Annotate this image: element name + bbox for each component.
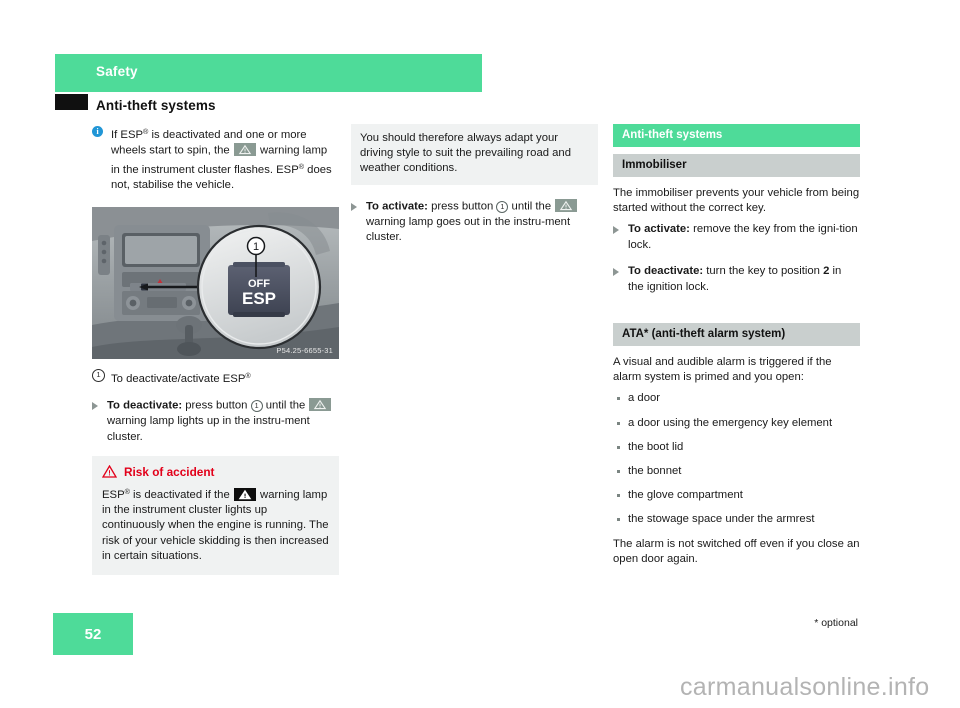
action-text-1: press button [427, 200, 497, 213]
bullet-dot-icon [617, 470, 620, 474]
action-to-activate-esp: To activate: press button 1 until the wa… [351, 198, 598, 246]
chapter-band: Safety [55, 54, 482, 92]
subsection-header-immobiliser: Immobiliser [613, 154, 860, 177]
manual-page: Safety Anti-theft systems i If ESP ® is de… [0, 0, 960, 708]
action-to-deactivate-esp: To deactivate: press button 1 until the … [92, 398, 339, 445]
action-immobiliser-deactivate: To deactivate: turn the key to position … [613, 264, 860, 295]
action-triangle-icon [613, 226, 619, 235]
bullet-dot-icon [617, 397, 620, 401]
shaded-paragraph: You should therefore always adapt your d… [351, 124, 598, 185]
warning-title: Risk of accident [101, 464, 329, 481]
list-item-label: the boot lid [628, 440, 684, 453]
esp-button-label-esp: ESP [242, 289, 276, 308]
figure-callout-1: 1 [253, 241, 259, 253]
callout-1-icon: 1 [496, 200, 509, 213]
warning-text-2: is deactivated if the [129, 489, 233, 502]
warning-title-text: Risk of accident [124, 465, 215, 480]
ata-bullet-list: a door a door using the emergency key el… [613, 391, 860, 527]
list-item: the bonnet [613, 464, 860, 479]
ata-closing-paragraph: The alarm is not switched off even if yo… [613, 537, 860, 565]
page-number: 52 [84, 626, 102, 643]
list-item: a door [613, 391, 860, 406]
red-warning-triangle-icon [101, 464, 118, 481]
action-text-2: until the [508, 200, 555, 213]
subsection-header-ata: ATA* (anti-theft alarm system) [613, 323, 860, 347]
list-item-label: a door using the emergency key element [628, 416, 833, 429]
section-header-anti-theft-systems: Anti-theft systems [613, 124, 860, 147]
action-text-1: press button [182, 399, 251, 412]
list-item: a door using the emergency key element [613, 416, 860, 431]
chapter-label: Safety [96, 64, 138, 79]
figure-illustration: OFF ESP 1 [92, 207, 339, 360]
action-label: To deactivate: [628, 265, 704, 278]
page-title: Anti-theft systems [96, 98, 216, 113]
bullet-dot-icon [617, 494, 620, 498]
callout-1-icon: 1 [92, 369, 105, 383]
callout-1-icon: 1 [250, 400, 263, 413]
action-label: To activate: [366, 200, 428, 213]
esp-warning-lamp-dark-icon [233, 487, 256, 501]
bullet-dot-icon [617, 445, 620, 449]
figure-image-code: P54.25-6655-31 [276, 346, 333, 356]
thumb-index-tab [55, 94, 88, 110]
info-note-text-1: If ESP [111, 129, 144, 141]
list-item: the stowage space under the armrest [613, 512, 860, 527]
esp-warning-lamp-icon [309, 398, 332, 412]
action-triangle-icon [613, 268, 619, 277]
action-label: To activate: [628, 223, 690, 236]
middle-column: You should therefore always adapt your d… [351, 124, 598, 256]
bullet-dot-icon [617, 421, 620, 425]
right-column: Anti-theft systems Immobiliser The immob… [613, 124, 860, 577]
action-text-3: warning lamp lights up in the instru-men… [107, 415, 310, 443]
action-text-2: until the [262, 399, 309, 412]
list-item: the glove compartment [613, 488, 860, 503]
registered-mark-3: ® [245, 371, 251, 381]
left-column: i If ESP® is deactivated and one or more … [92, 124, 339, 576]
action-text-1: turn the key to position [703, 265, 824, 278]
ata-paragraph: A visual and audible alarm is triggered … [613, 356, 832, 384]
figure-caption: 1 To deactivate/activate ESP® [92, 368, 339, 387]
figure-esp-button: OFF ESP 1 P54.25-6655-31 [92, 207, 339, 360]
list-item-label: the bonnet [628, 465, 682, 478]
action-label: To deactivate: [107, 399, 183, 412]
action-triangle-icon [351, 202, 357, 211]
list-item-label: the stowage space under the armrest [628, 513, 815, 526]
watermark: carmanualsonline.info [680, 673, 930, 701]
figure-caption-text: To deactivate/activate ESP [111, 373, 246, 386]
list-item-label: the glove compartment [628, 489, 743, 502]
immobiliser-paragraph: The immobiliser prevents your vehicle fr… [613, 187, 860, 215]
page-number-box: 52 [53, 613, 133, 655]
warning-body: ESP® is deactivated if the warning lamp … [102, 484, 329, 564]
esp-warning-lamp-icon [555, 198, 578, 212]
footnote-optional: * optional [814, 617, 858, 629]
bullet-dot-icon [617, 518, 620, 522]
esp-warning-lamp-icon [233, 143, 256, 157]
warning-text-1: ESP [102, 489, 125, 502]
list-item: the boot lid [613, 440, 860, 455]
action-triangle-icon [92, 402, 98, 411]
warning-box-risk-of-accident: Risk of accident ESP® is deactivated if … [92, 456, 339, 576]
action-text-3: warning lamp goes out in the instru-ment… [366, 215, 571, 243]
list-item-label: a door [628, 392, 661, 405]
action-immobiliser-activate: To activate: remove the key from the ign… [613, 222, 860, 253]
info-note: i If ESP® is deactivated and one or more … [92, 124, 339, 193]
info-circle-icon: i [92, 125, 103, 137]
